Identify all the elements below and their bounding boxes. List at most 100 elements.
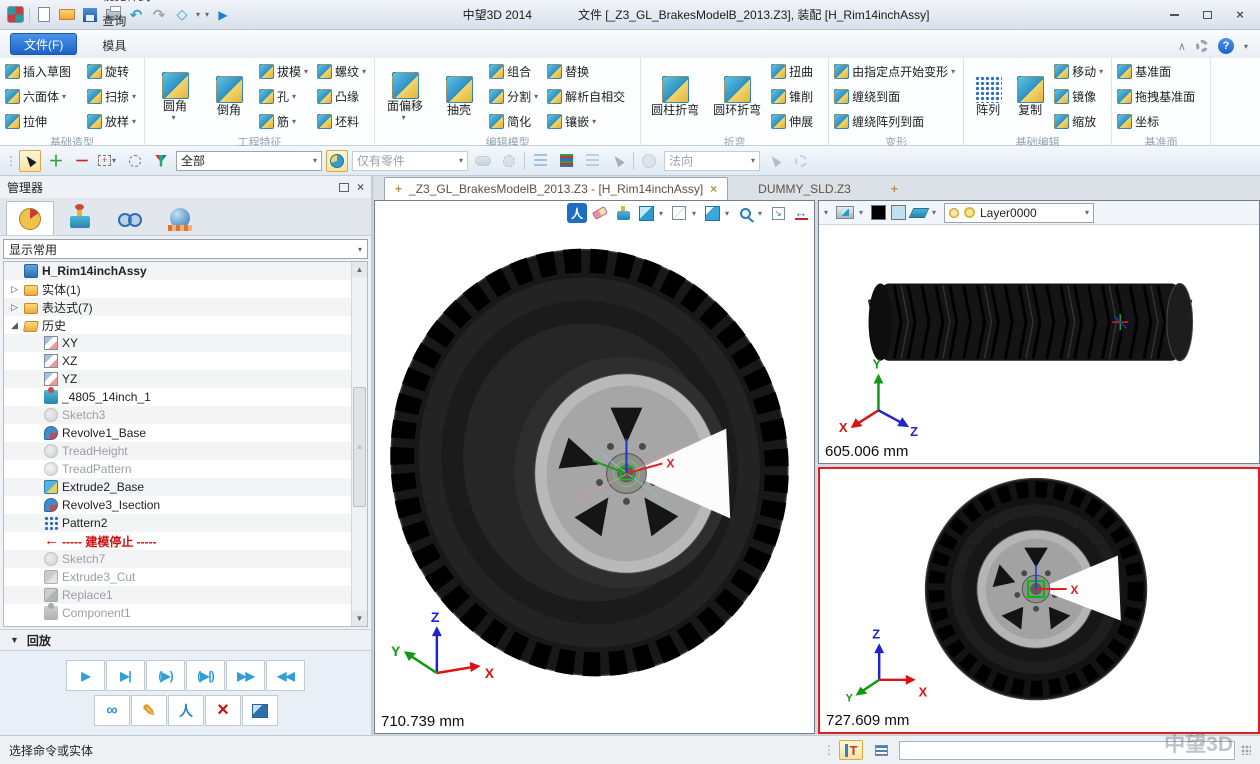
ribbon-button[interactable]: 插入草图	[3, 63, 83, 80]
ribbon-button[interactable]: 拔模▾	[257, 63, 313, 80]
tree-item[interactable]: XZ	[4, 352, 351, 370]
edit-pencil-button[interactable]	[131, 695, 167, 726]
log-list-icon[interactable]	[869, 740, 893, 760]
expand-arrow-icon[interactable]: ▷	[9, 284, 20, 295]
ribbon-button[interactable]: 六面体▾	[3, 88, 83, 105]
ribbon-button[interactable]: 螺纹▾	[315, 63, 371, 80]
ribbon-button[interactable]: 锥削	[769, 88, 825, 105]
ribbon-button[interactable]: 坐标	[1115, 113, 1207, 130]
view-navigate-dropdown-icon[interactable]: ▾	[196, 10, 200, 19]
ribbon-button[interactable]: 镜像	[1052, 88, 1108, 105]
ribbon-button[interactable]: 缠绕阵列到面	[832, 113, 960, 130]
ribbon-button[interactable]: 筋▾	[257, 113, 313, 130]
help-dropdown-icon[interactable]: ▾	[1244, 42, 1248, 51]
ribbon-button[interactable]: 解析自相交	[545, 88, 637, 105]
ribbon-button[interactable]: 坯料	[315, 113, 371, 130]
play-button[interactable]: ▶	[214, 6, 232, 24]
command-input[interactable]	[899, 741, 1235, 760]
tree-item[interactable]: Extrude3_Cut	[4, 568, 351, 586]
view-navigate-button[interactable]: ◇	[173, 6, 191, 24]
gear-icon[interactable]	[1196, 40, 1208, 52]
ribbon-button[interactable]: 旋转	[85, 63, 141, 80]
selection-set-gray-icon[interactable]	[581, 150, 603, 172]
filter-icon[interactable]	[150, 150, 172, 172]
tree-item[interactable]: TreadPattern	[4, 460, 351, 478]
dropdown-arrow-icon[interactable]: ▾	[725, 209, 732, 218]
remove-select-icon[interactable]: －	[71, 150, 93, 172]
window-select-icon[interactable]: +▾	[97, 150, 120, 172]
expand-arrow-icon[interactable]: ◢	[9, 320, 20, 331]
stamp-icon[interactable]	[613, 203, 633, 223]
pick-settings-icon[interactable]	[790, 150, 812, 172]
ribbon-button[interactable]: 拖拽基准面	[1115, 88, 1207, 105]
dropdown-arrow-icon[interactable]: ▾	[758, 209, 765, 218]
sphere-select-icon[interactable]	[498, 150, 520, 172]
menu-tab[interactable]: 模具	[89, 33, 163, 58]
ribbon-button[interactable]: 拉伸	[3, 113, 83, 130]
only-parts-combo[interactable]: 仅有零件▾	[352, 151, 468, 171]
layer-icon[interactable]	[909, 208, 930, 218]
tree-item[interactable]: XY	[4, 334, 351, 352]
new-tab-icon[interactable]: +	[881, 182, 908, 200]
scroll-up-icon[interactable]: ▲	[352, 262, 367, 277]
render-manager-tab-icon[interactable]	[156, 201, 204, 235]
ribbon-button[interactable]: 放样▾	[85, 113, 141, 130]
dropdown-arrow-icon[interactable]: ▾	[824, 208, 831, 217]
pick-cursor-icon[interactable]	[19, 150, 41, 172]
tree-item[interactable]: _4805_14inch_1	[4, 388, 351, 406]
resize-grip[interactable]	[1241, 745, 1251, 755]
playback-button[interactable]: ▶|	[106, 660, 145, 691]
top-right-viewport[interactable]: ▾ ▾ ▾ Layer0000 ▾	[818, 200, 1260, 464]
view-corner-icon[interactable]	[702, 203, 722, 223]
display-mode-icon[interactable]	[836, 206, 854, 219]
constraint-manager-tab-icon[interactable]	[56, 201, 104, 235]
tree-scrollbar[interactable]: ▲ ≡ ▼	[351, 262, 367, 626]
ribbon-button[interactable]: 孔▾	[257, 88, 313, 105]
delete-button[interactable]	[205, 695, 241, 726]
wireframe-display-icon[interactable]	[669, 203, 689, 223]
quick-pick-icon[interactable]	[326, 150, 348, 172]
history-manager-tab-icon[interactable]	[6, 201, 54, 235]
bottom-right-viewport-active[interactable]: X Z X Y 727.609 mm	[818, 467, 1260, 734]
ribbon-button[interactable]: 扭曲	[769, 63, 825, 80]
chain-select-icon[interactable]	[472, 150, 494, 172]
ribbon-button[interactable]: 移动▾	[1052, 63, 1108, 80]
link-button[interactable]	[94, 695, 130, 726]
tree-item[interactable]: ◢ 历史	[4, 316, 351, 334]
tree-item[interactable]: Revolve3_Isection	[4, 496, 351, 514]
ribbon-big-button[interactable]: 阵列	[967, 75, 1009, 118]
main-viewport[interactable]: 人 ▾ ▾ ▾ ▾ ↘ ↔	[374, 200, 815, 734]
eraser-icon[interactable]	[590, 203, 610, 223]
tree-item[interactable]: TreadHeight	[4, 442, 351, 460]
demo-button[interactable]	[168, 695, 204, 726]
tree-item[interactable]: YZ	[4, 370, 351, 388]
ribbon-button[interactable]: 替换	[545, 63, 637, 80]
tab-close-icon[interactable]: ×	[710, 182, 717, 196]
playback-button[interactable]: ◀◀	[266, 660, 305, 691]
walkthrough-icon[interactable]: 人	[567, 203, 587, 223]
ribbon-button[interactable]: 缠绕到面	[832, 88, 960, 105]
ribbon-button[interactable]: 简化	[487, 113, 543, 130]
black-color-swatch[interactable]	[871, 205, 886, 220]
ribbon-button[interactable]: 由指定点开始变形▾	[832, 63, 960, 80]
tree-item[interactable]: Sketch7	[4, 550, 351, 568]
maximize-button[interactable]	[1193, 5, 1221, 24]
open-file-button[interactable]	[58, 6, 76, 24]
filter-combo[interactable]: 全部▾	[176, 151, 322, 171]
tree-item[interactable]: Replace1	[4, 586, 351, 604]
shaded-display-icon[interactable]	[636, 203, 656, 223]
window-resize-icon[interactable]: ↘	[768, 203, 788, 223]
normal-orient-icon[interactable]	[638, 150, 660, 172]
document-tab-active[interactable]: + _Z3_GL_BrakesModelB_2013.Z3 - [H_Rim14…	[384, 177, 728, 200]
layer-combo[interactable]: Layer0000 ▾	[944, 203, 1094, 223]
tree-item[interactable]: ▷ 实体(1)	[4, 280, 351, 298]
ribbon-button[interactable]: 扫掠▾	[85, 88, 141, 105]
ribbon-button[interactable]: 镶嵌▾	[545, 113, 637, 130]
customize-toolbar-arrow-icon[interactable]: ▾	[205, 10, 209, 19]
tree-item[interactable]: ----- 建模停止 -----	[4, 532, 351, 550]
scroll-thumb[interactable]: ≡	[353, 387, 366, 507]
tree-item[interactable]: Sketch3	[4, 406, 351, 424]
ribbon-big-button[interactable]: 圆环折弯	[706, 75, 768, 118]
new-file-button[interactable]	[35, 6, 53, 24]
tab-pin-icon[interactable]: +	[395, 182, 402, 196]
